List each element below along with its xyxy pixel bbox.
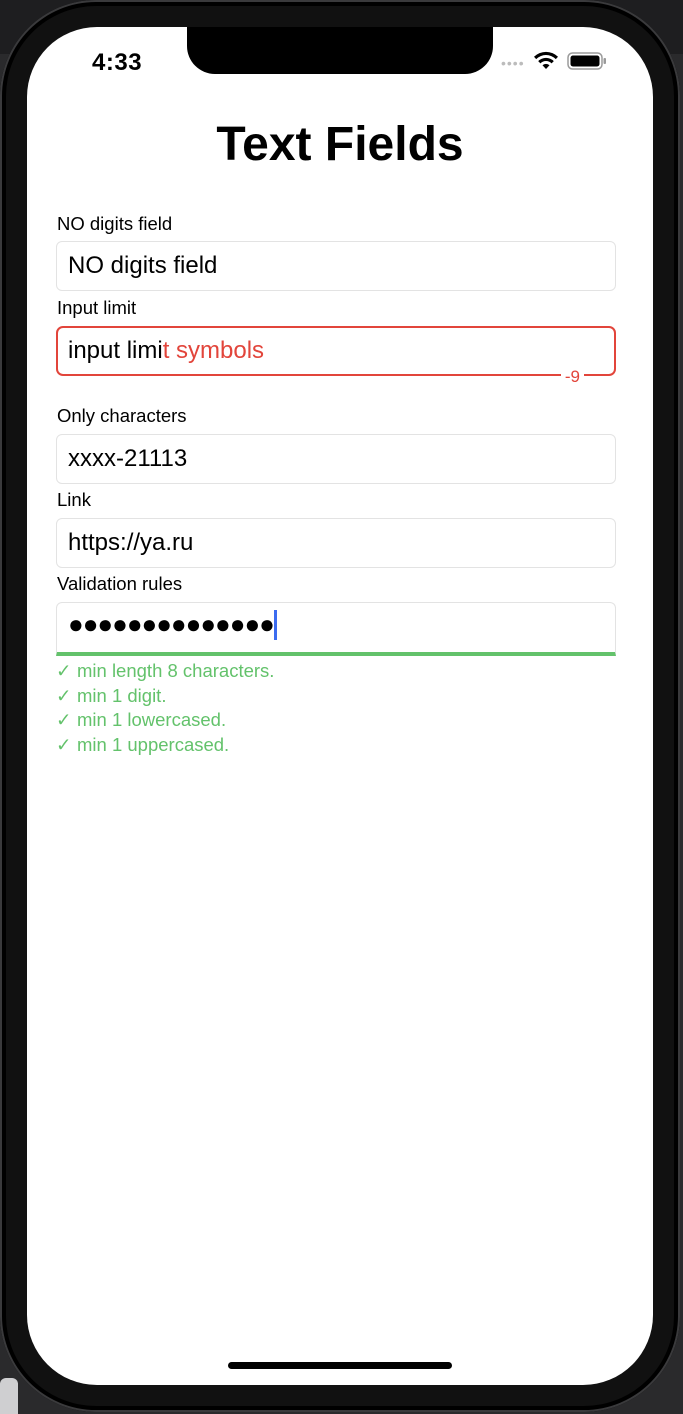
- input-limit-counter: -9: [560, 367, 584, 387]
- input-limit-value: input limit symbols: [68, 337, 264, 365]
- checkmark-icon: ✓: [56, 684, 72, 706]
- only-characters-label: Only characters: [57, 405, 187, 426]
- only-characters-input[interactable]: xxxx-21113: [56, 434, 616, 484]
- input-limit-value-within: input limi: [68, 337, 163, 364]
- no-digits-value: NO digits field: [68, 252, 218, 279]
- validation-rule: ✓ min 1 digit.: [56, 684, 274, 709]
- battery-icon: [566, 51, 607, 76]
- password-mask: ●●●●●●●●●●●●●●: [68, 609, 275, 639]
- validation-rules-list: ✓ min length 8 characters. ✓ min 1 digit…: [56, 659, 274, 757]
- validation-rule: ✓ min 1 lowercased.: [56, 708, 274, 733]
- no-digits-label: NO digits field: [57, 213, 173, 234]
- phone-screen: 4:33 •••• Text Fields NO digits field NO…: [27, 27, 653, 1385]
- no-digits-input[interactable]: NO digits field: [56, 241, 616, 291]
- signal-dots-icon: ••••: [501, 55, 525, 71]
- validation-rule: ✓ min 1 uppercased.: [56, 733, 274, 758]
- validation-rule: ✓ min length 8 characters.: [56, 659, 274, 684]
- input-limit-input[interactable]: input limit symbols -9: [56, 326, 616, 387]
- wifi-icon: [533, 51, 559, 76]
- rule-text: min 1 lowercased.: [77, 709, 227, 730]
- rule-text: min 1 uppercased.: [77, 733, 230, 755]
- validation-password-input[interactable]: ●●●●●●●●●●●●●●: [56, 602, 616, 656]
- status-time: 4:33: [92, 49, 143, 76]
- link-value: https://ya.ru: [68, 529, 194, 556]
- link-input[interactable]: https://ya.ru: [56, 518, 616, 568]
- checkmark-icon: ✓: [56, 660, 72, 681]
- input-limit-label: Input limit: [57, 297, 137, 318]
- input-limit-value-overflow: t symbols: [162, 337, 265, 364]
- background-window-tab: [0, 1378, 18, 1414]
- rule-text: min 1 digit.: [77, 684, 167, 706]
- notch: [187, 27, 493, 74]
- page-title: Text Fields: [216, 118, 464, 171]
- text-caret: [274, 610, 277, 640]
- checkmark-icon: ✓: [56, 733, 72, 755]
- phone-frame: 4:33 •••• Text Fields NO digits field NO…: [0, 0, 680, 1412]
- status-icons: ••••: [501, 51, 607, 75]
- only-characters-value: xxxx-21113: [68, 445, 188, 472]
- home-indicator[interactable]: [228, 1362, 452, 1369]
- validation-label: Validation rules: [57, 573, 183, 594]
- rule-text: min length 8 characters.: [77, 660, 275, 681]
- checkmark-icon: ✓: [56, 709, 72, 730]
- link-label: Link: [57, 489, 91, 510]
